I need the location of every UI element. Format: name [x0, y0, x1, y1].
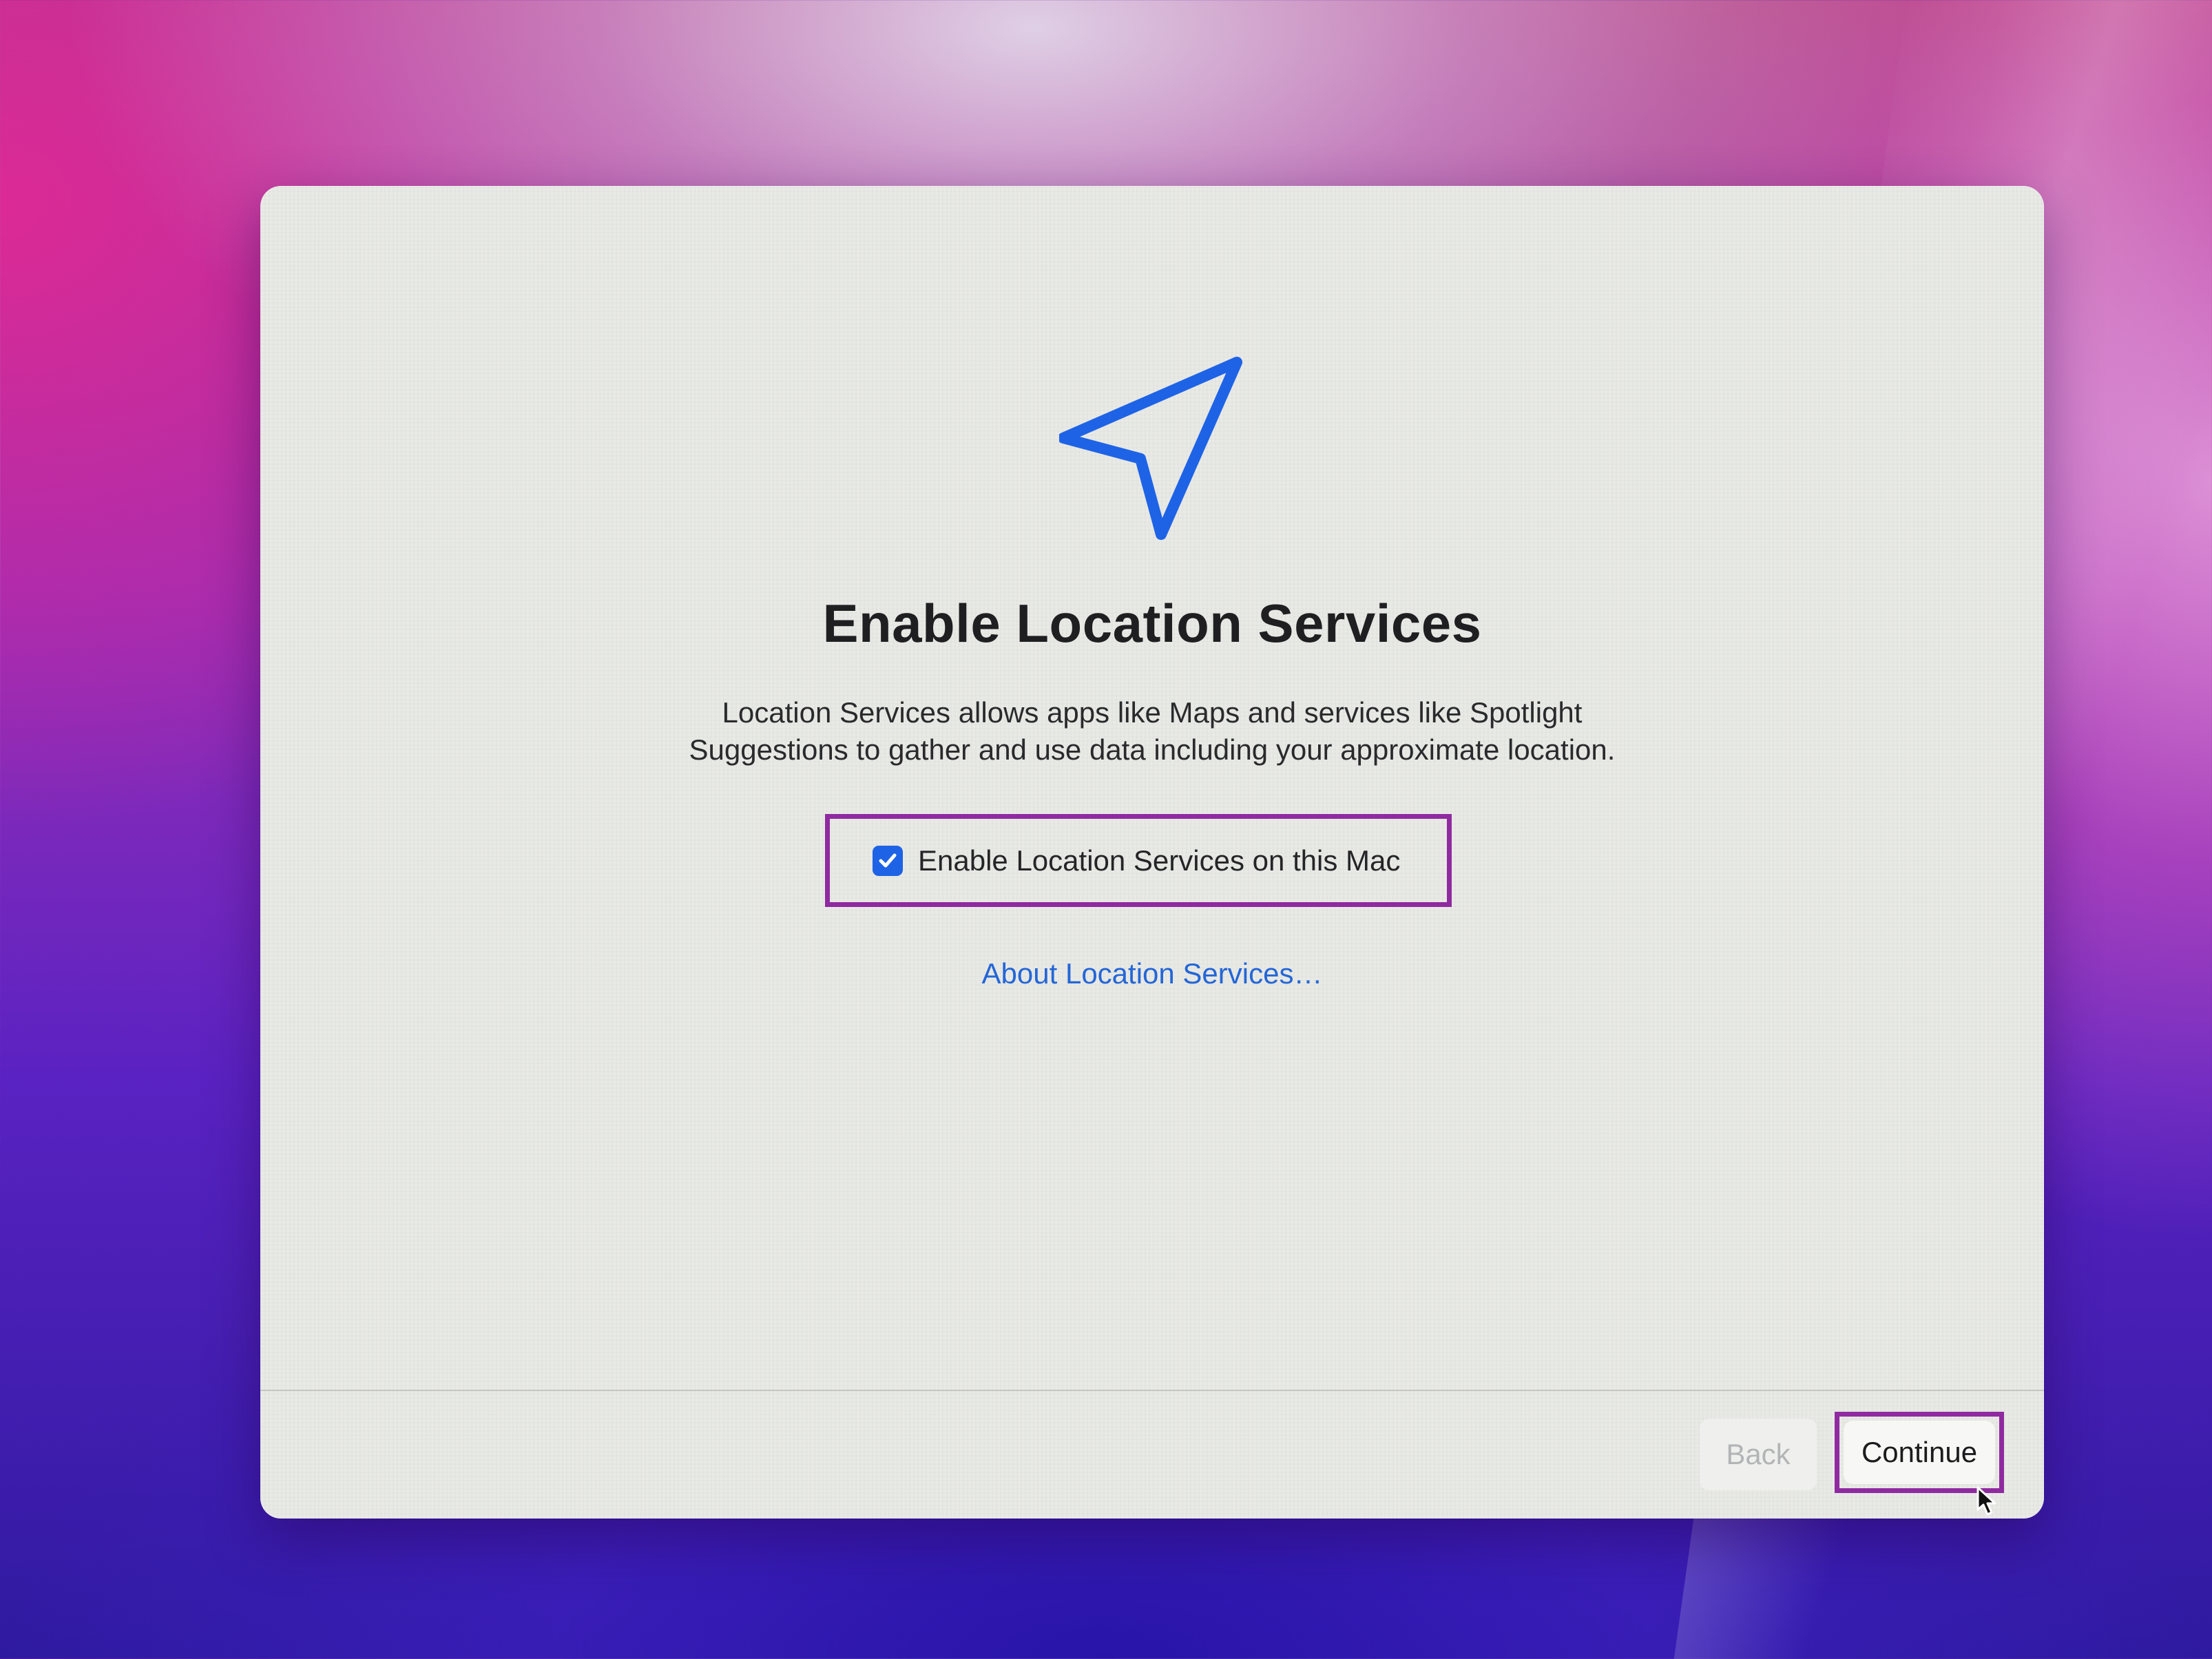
location-arrow-icon — [1059, 357, 1242, 540]
page-title: Enable Location Services — [822, 593, 1482, 654]
setup-dialog: Enable Location Services Location Servic… — [260, 186, 2044, 1519]
continue-highlight: Continue — [1835, 1412, 2004, 1493]
footer-divider — [260, 1390, 2044, 1391]
checkmark-icon — [879, 853, 897, 867]
enable-location-checkbox-row[interactable]: Enable Location Services on this Mac — [825, 814, 1452, 907]
description-line-1: Location Services allows apps like Maps … — [722, 696, 1583, 729]
description: Location Services allows apps like Maps … — [618, 694, 1686, 769]
enable-location-checkbox-label: Enable Location Services on this Mac — [918, 844, 1401, 877]
enable-location-checkbox[interactable] — [873, 845, 903, 876]
description-line-2: Suggestions to gather and use data inclu… — [689, 733, 1616, 766]
about-location-services-link[interactable]: About Location Services… — [260, 957, 2044, 990]
back-button[interactable]: Back — [1700, 1419, 1817, 1490]
continue-button[interactable]: Continue — [1844, 1421, 1995, 1484]
mouse-pointer-icon — [1976, 1486, 1996, 1516]
